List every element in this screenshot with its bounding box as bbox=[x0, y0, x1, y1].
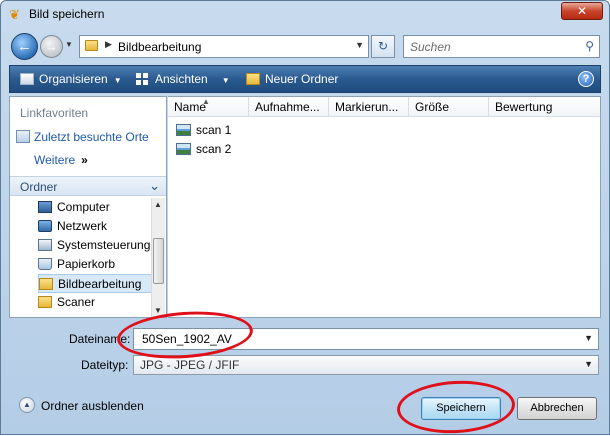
network-icon bbox=[38, 220, 52, 232]
column-header-tags[interactable]: Markierun... bbox=[329, 97, 409, 117]
file-name: scan 2 bbox=[196, 142, 232, 156]
tree-scrollbar[interactable]: ▲ ▼ bbox=[151, 198, 165, 317]
filetype-label: Dateityp: bbox=[81, 358, 129, 372]
navigation-pane: Linkfavoriten Zuletzt besuchte Orte Weit… bbox=[9, 96, 167, 318]
tree-item-computer[interactable]: Computer bbox=[38, 198, 152, 217]
column-label: Markierun... bbox=[335, 100, 399, 114]
window-title: Bild speichern bbox=[29, 7, 105, 21]
favorites-heading: Linkfavoriten bbox=[20, 106, 89, 120]
scroll-thumb[interactable] bbox=[153, 238, 164, 284]
close-button[interactable]: ✕ bbox=[561, 2, 603, 20]
tree-item-label: Systemsteuerung bbox=[57, 238, 151, 252]
control-panel-icon bbox=[38, 239, 52, 251]
save-dialog-window: ❦ Bild speichern ✕ ← → ▼ ▶ Bildbearbeitu… bbox=[0, 0, 610, 436]
cancel-button[interactable]: Abbrechen bbox=[517, 397, 597, 420]
search-icon[interactable]: ⚲ bbox=[585, 39, 594, 53]
new-folder-icon bbox=[246, 73, 260, 85]
chevron-down-icon: ⌄ bbox=[149, 178, 160, 193]
chevron-down-icon: ▼ bbox=[113, 76, 122, 85]
chevron-down-icon: ▼ bbox=[221, 76, 230, 85]
favorite-label: Zuletzt besuchte Orte bbox=[34, 130, 149, 144]
new-folder-button[interactable]: Neuer Ordner bbox=[246, 72, 338, 86]
tree-item-recycle-bin[interactable]: Papierkorb bbox=[38, 255, 152, 274]
address-row: ← → ▼ ▶ Bildbearbeitung ▼ ↻ Suchen ⚲ bbox=[1, 30, 609, 62]
column-label: Bewertung bbox=[495, 100, 553, 114]
tree-item-network[interactable]: Netzwerk bbox=[38, 217, 152, 236]
new-folder-label: Neuer Ordner bbox=[265, 72, 339, 86]
app-icon: ❦ bbox=[9, 7, 20, 22]
folder-icon bbox=[85, 40, 98, 51]
more-icon: » bbox=[81, 153, 88, 167]
folder-icon bbox=[39, 278, 53, 290]
search-input[interactable]: Suchen ⚲ bbox=[403, 35, 600, 58]
scroll-up-icon[interactable]: ▲ bbox=[154, 200, 162, 209]
column-label: Größe bbox=[415, 100, 450, 114]
filetype-value: JPG - JPEG / JFIF bbox=[140, 358, 240, 372]
hide-folders-label[interactable]: Ordner ausblenden bbox=[41, 399, 144, 413]
search-placeholder: Suchen bbox=[410, 40, 451, 54]
address-dropdown-icon[interactable]: ▼ bbox=[355, 40, 364, 50]
address-bar[interactable]: ▶ Bildbearbeitung ▼ bbox=[79, 35, 369, 58]
column-headers: ▲ Name Aufnahme... Markierun... Größe Be… bbox=[168, 97, 600, 117]
filetype-select[interactable]: JPG - JPEG / JFIF ▼ bbox=[133, 355, 599, 375]
save-button[interactable]: Speichern bbox=[421, 397, 501, 420]
image-file-icon bbox=[176, 124, 191, 136]
hide-folders-toggle-icon[interactable]: ▲ bbox=[19, 397, 35, 413]
favorite-recent-places[interactable]: Zuletzt besuchte Orte bbox=[16, 130, 149, 144]
column-label: Aufnahme... bbox=[255, 100, 320, 114]
file-name: scan 1 bbox=[196, 123, 232, 137]
views-button[interactable]: Ansichten ▼ bbox=[136, 72, 230, 86]
sort-ascending-icon: ▲ bbox=[202, 97, 210, 106]
refresh-button[interactable]: ↻ bbox=[371, 35, 395, 58]
tree-item-label: Netzwerk bbox=[57, 219, 108, 233]
column-header-size[interactable]: Größe bbox=[409, 97, 489, 117]
tree-item-bildbearbeitung[interactable]: Bildbearbeitung bbox=[38, 274, 152, 293]
chevron-down-icon[interactable]: ▼ bbox=[584, 333, 593, 343]
help-button[interactable]: ? bbox=[578, 71, 594, 87]
filename-value[interactable]: 50Sen_1902_AV bbox=[142, 332, 232, 346]
forward-button[interactable]: → bbox=[40, 35, 63, 58]
organize-label: Organisieren bbox=[39, 72, 108, 86]
column-header-date-taken[interactable]: Aufnahme... bbox=[249, 97, 329, 117]
organize-button[interactable]: Organisieren ▼ bbox=[20, 72, 122, 86]
folders-header[interactable]: Ordner ⌄ bbox=[10, 176, 166, 196]
breadcrumb-current[interactable]: Bildbearbeitung bbox=[118, 40, 201, 54]
chevron-down-icon: ▼ bbox=[584, 359, 593, 369]
command-toolbar: Organisieren ▼ Ansichten ▼ Neuer Ordner ? bbox=[9, 65, 601, 93]
tree-item-label: Bildbearbeitung bbox=[58, 277, 142, 291]
recent-pages-dropdown-icon[interactable]: ▼ bbox=[65, 40, 75, 50]
column-header-rating[interactable]: Bewertung bbox=[489, 97, 600, 117]
folder-tree: Computer Netzwerk Systemsteuerung Papier… bbox=[10, 198, 152, 317]
scroll-down-icon[interactable]: ▼ bbox=[154, 306, 162, 315]
folder-icon bbox=[38, 296, 52, 308]
image-file-icon bbox=[176, 143, 191, 155]
file-item-scan-1[interactable]: scan 1 bbox=[176, 121, 231, 139]
filename-label: Dateiname: bbox=[69, 332, 131, 346]
back-button[interactable]: ← bbox=[11, 33, 38, 60]
favorite-label: Weitere bbox=[34, 153, 76, 167]
tree-item-control-panel[interactable]: Systemsteuerung bbox=[38, 236, 152, 255]
computer-icon bbox=[38, 201, 52, 213]
recycle-bin-icon bbox=[38, 258, 52, 270]
title-bar: ❦ Bild speichern ✕ bbox=[1, 1, 609, 29]
views-icon bbox=[136, 73, 150, 85]
favorite-more[interactable]: Weitere » bbox=[34, 153, 88, 167]
filename-input[interactable]: 50Sen_1902_AV ▼ bbox=[133, 328, 599, 350]
column-header-name[interactable]: ▲ Name bbox=[168, 97, 249, 117]
tree-item-label: Scaner bbox=[57, 295, 96, 309]
folders-heading: Ordner bbox=[20, 180, 58, 194]
tree-item-label: Computer bbox=[57, 200, 110, 214]
tree-item-label: Papierkorb bbox=[57, 257, 116, 271]
recent-places-icon bbox=[16, 130, 30, 143]
file-item-scan-2[interactable]: scan 2 bbox=[176, 140, 231, 158]
file-list-pane: ▲ Name Aufnahme... Markierun... Größe Be… bbox=[168, 96, 601, 318]
views-label: Ansichten bbox=[155, 72, 208, 86]
tree-item-scaner[interactable]: Scaner bbox=[38, 293, 152, 312]
breadcrumb-separator-icon[interactable]: ▶ bbox=[105, 39, 112, 50]
organize-icon bbox=[20, 73, 34, 85]
